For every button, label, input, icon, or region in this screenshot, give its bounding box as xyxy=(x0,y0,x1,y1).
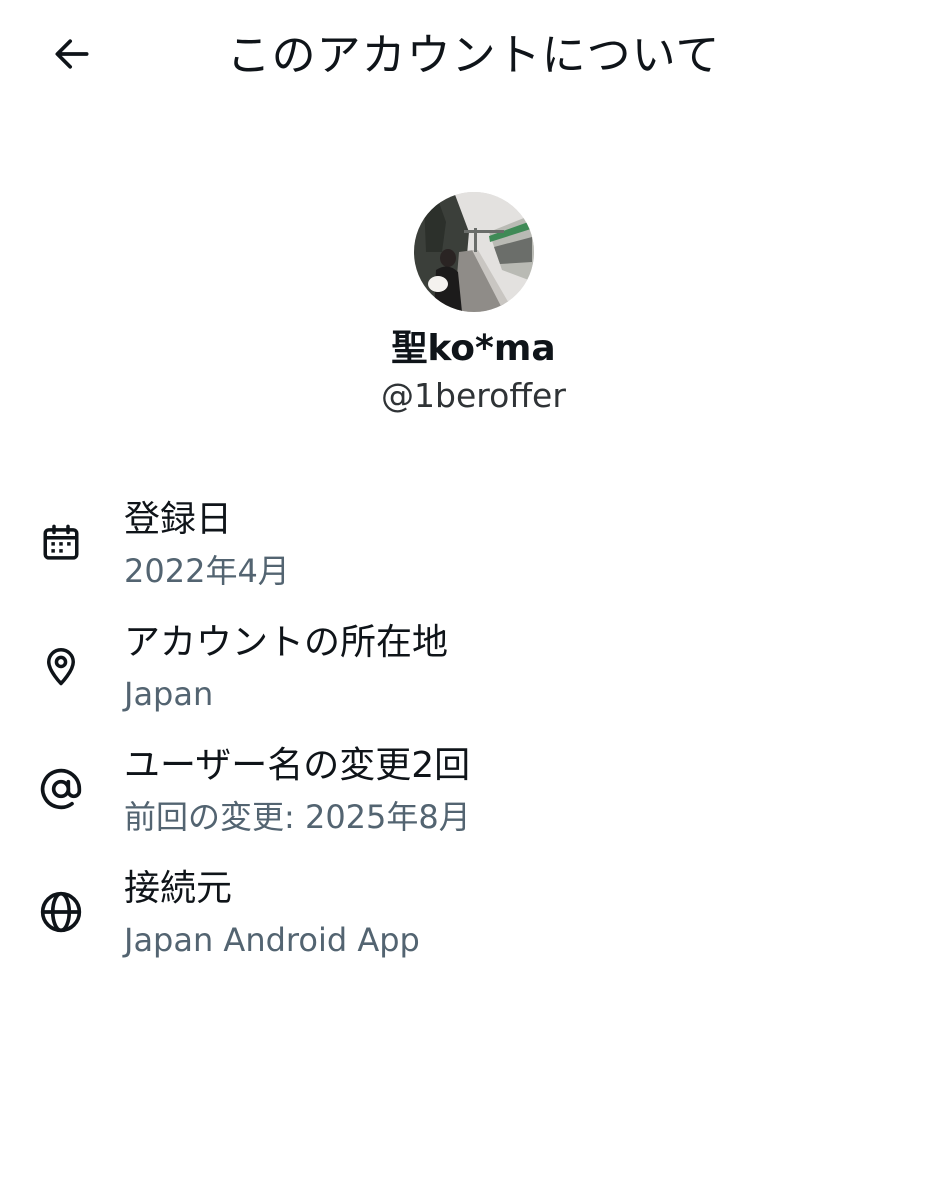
info-item-username-changes: ユーザー名の変更2回 前回の変更: 2025年8月 xyxy=(0,738,947,861)
avatar[interactable] xyxy=(413,192,534,312)
location-pin-icon xyxy=(36,641,86,691)
display-name: 聖ko*ma xyxy=(391,328,556,369)
info-label: 接続元 xyxy=(124,868,233,909)
profile-summary: 聖ko*ma @1beroffer xyxy=(0,192,947,418)
info-label: ユーザー名の変更2回 xyxy=(124,745,471,786)
info-item-location: アカウントの所在地 Japan xyxy=(0,615,947,738)
page-title: このアカウントについて xyxy=(226,30,721,81)
globe-icon xyxy=(36,887,86,937)
calendar-icon xyxy=(36,518,86,568)
info-value: 前回の変更: 2025年8月 xyxy=(124,798,471,836)
info-label: アカウントの所在地 xyxy=(124,622,449,663)
at-sign-icon xyxy=(36,764,86,814)
username-handle: @1beroffer xyxy=(381,376,566,415)
info-value: Japan xyxy=(124,675,214,713)
info-label: 登録日 xyxy=(124,499,233,540)
top-app-bar: このアカウントについて xyxy=(0,0,947,112)
info-item-join-date: 登録日 2022年4月 xyxy=(0,492,947,615)
info-value: Japan Android App xyxy=(124,921,420,959)
info-value: 2022年4月 xyxy=(124,552,290,590)
account-info-list: 登録日 2022年4月 アカウントの所在地 Japan ユーザー名の変更2回 前… xyxy=(0,492,947,984)
info-item-connected-via: 接続元 Japan Android App xyxy=(0,861,947,984)
avatar-image xyxy=(413,192,534,312)
